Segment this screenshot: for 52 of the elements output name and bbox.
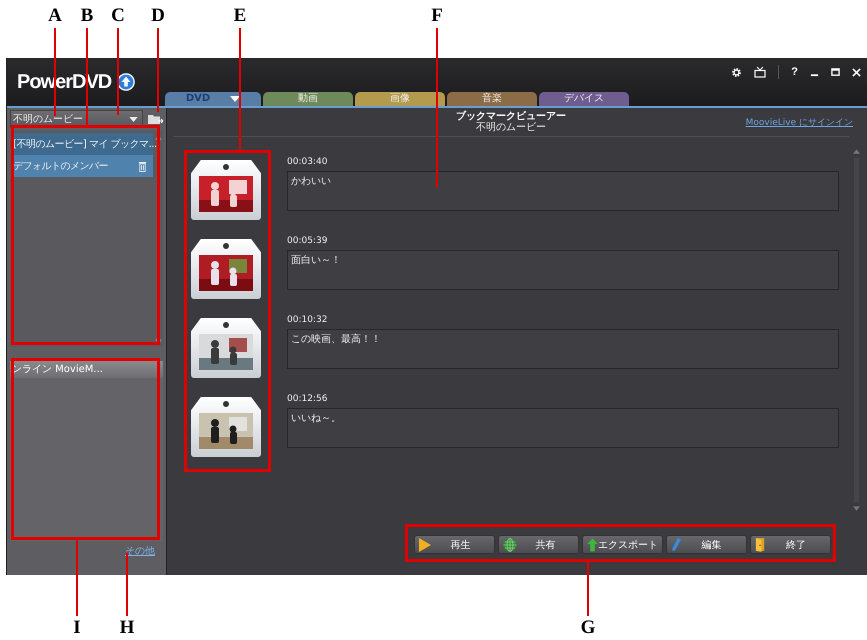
callout-letter: H <box>119 618 135 638</box>
caret-icon[interactable] <box>129 116 138 122</box>
globe-icon <box>503 538 517 552</box>
caret-icon[interactable] <box>230 96 240 102</box>
comment-field[interactable]: この映画、最高！！ <box>287 329 839 369</box>
pen-icon <box>671 537 681 552</box>
thumbnail-frame[interactable] <box>191 239 261 299</box>
callout-letter: I <box>72 618 82 638</box>
callout-letter: G <box>580 618 596 638</box>
play-icon <box>419 538 431 552</box>
callout-letter: F <box>430 6 444 26</box>
close-icon[interactable] <box>852 68 861 76</box>
media-tab[interactable]: 動画 <box>263 92 353 106</box>
comment-field[interactable]: いいね～。 <box>287 408 839 448</box>
callout-letter: B <box>80 6 94 26</box>
up-arrow-icon <box>587 538 598 552</box>
action-button[interactable]: 編集 <box>666 535 747 554</box>
callout-letter: D <box>150 6 166 26</box>
action-button[interactable]: エクスポート <box>582 535 663 554</box>
folder-icon[interactable] <box>147 113 163 125</box>
comment-field[interactable]: 面白い～！ <box>287 250 839 290</box>
callout-letter: C <box>110 6 126 26</box>
bookmark-time: 00:03:40 <box>287 157 328 167</box>
leader-line <box>587 562 589 616</box>
action-button[interactable]: 共有 <box>498 535 579 554</box>
trash-icon[interactable] <box>138 160 147 172</box>
callout-letter: A <box>47 6 63 26</box>
callout-letter: E <box>232 6 248 26</box>
bookmark-time: 00:05:39 <box>287 236 328 246</box>
door-icon <box>755 537 766 552</box>
media-tab[interactable]: 音楽 <box>447 92 537 106</box>
tv-icon[interactable] <box>754 66 766 78</box>
more-link[interactable]: その他 <box>125 544 155 558</box>
help-button[interactable]: ? <box>791 66 798 78</box>
maximize-icon[interactable] <box>831 68 840 76</box>
bookmark-group-item[interactable]: デフォルトのメンバー <box>11 155 153 177</box>
leader-line <box>126 553 128 616</box>
settings-icon[interactable] <box>731 66 742 78</box>
media-tab[interactable]: デバイス <box>539 92 629 106</box>
bookmark-time: 00:10:32 <box>287 315 328 325</box>
action-button[interactable]: 終了 <box>750 535 831 554</box>
viewer-title: ブックマークビューアー <box>456 110 566 122</box>
movie-title: 不明のムービー <box>476 122 546 134</box>
scroll-down-icon[interactable] <box>852 506 860 511</box>
thumbnail-frame[interactable] <box>191 397 261 457</box>
thumbnail-frame[interactable] <box>191 160 261 220</box>
thumbnail-frame[interactable] <box>191 318 261 378</box>
sign-in-link[interactable]: MoovieLive にサインイン <box>746 116 853 128</box>
scroll-up-icon[interactable] <box>852 149 860 154</box>
action-button[interactable]: 再生 <box>414 535 495 554</box>
comment-field[interactable]: かわいい <box>287 171 839 211</box>
bookmark-time: 00:12:56 <box>287 394 328 404</box>
